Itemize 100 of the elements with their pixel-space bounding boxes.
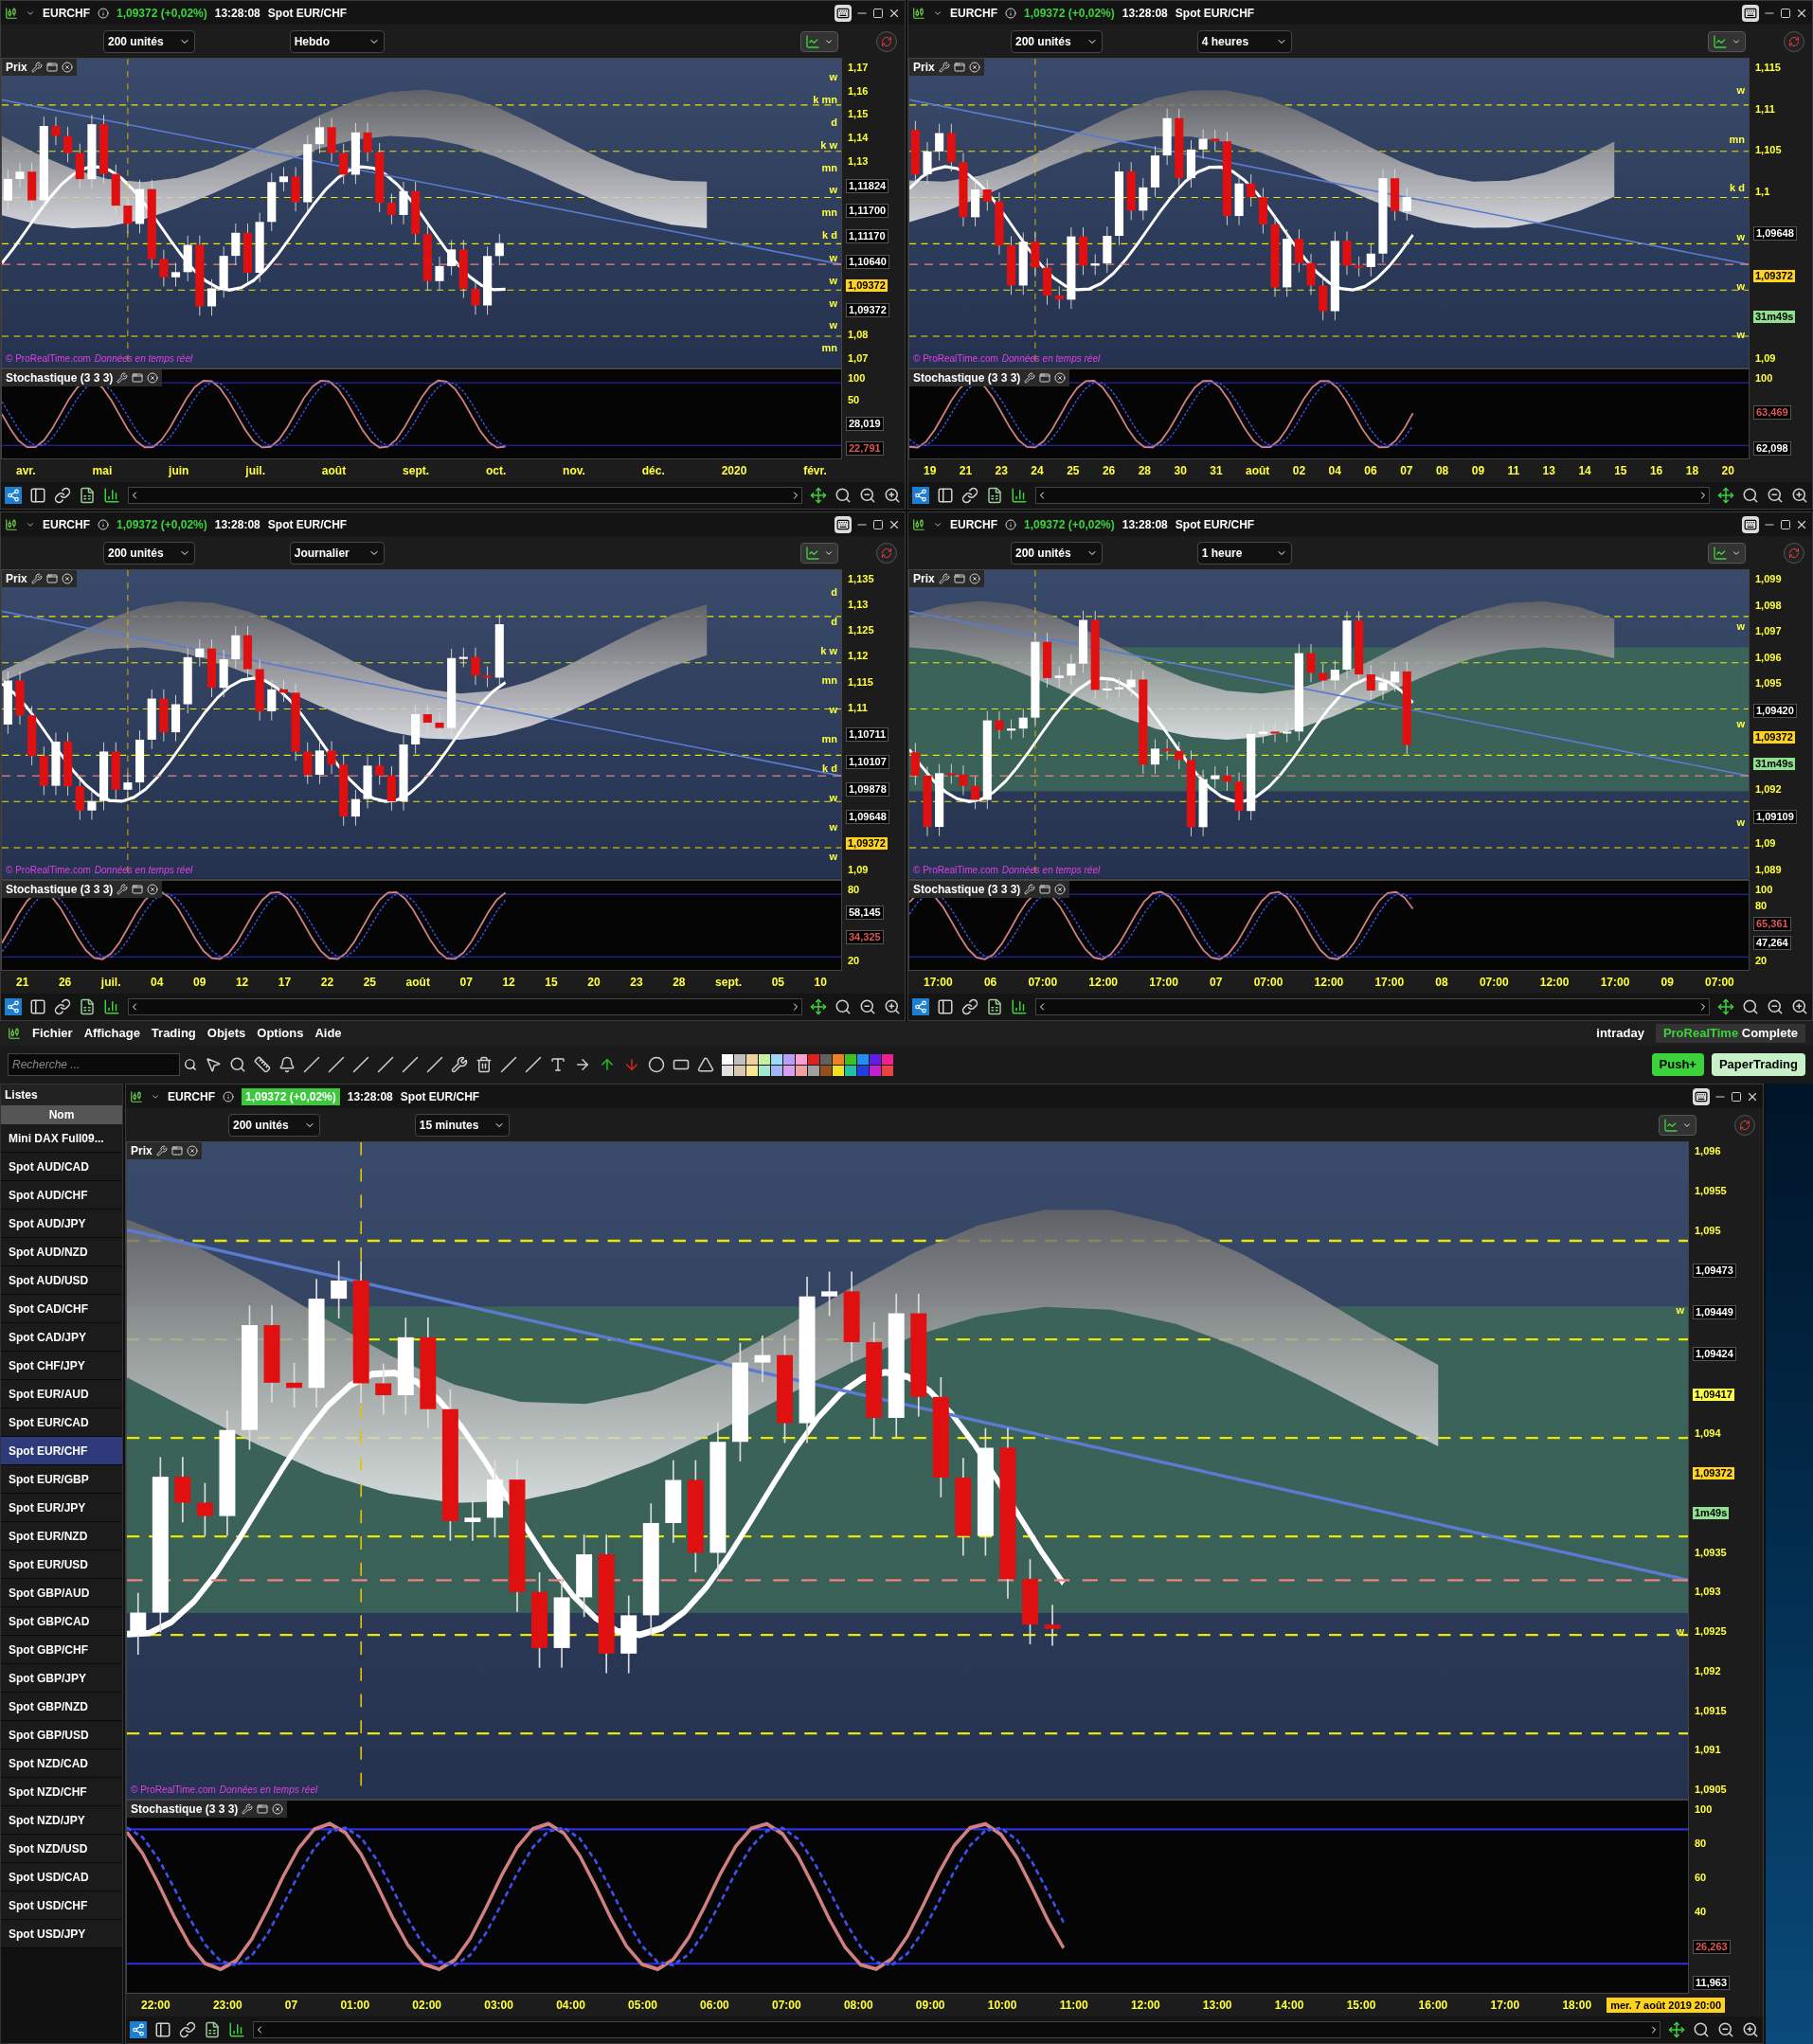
units-dropdown[interactable]: 200 unités	[228, 1113, 320, 1137]
list-item[interactable]: Spot USD/CHF	[1, 1892, 122, 1920]
time-axis-label: août	[1246, 463, 1270, 479]
axis-tick-label: 100	[1754, 883, 1774, 896]
level-marker: w	[828, 704, 837, 715]
axis-tick-label: 1,097	[1754, 625, 1783, 637]
list-item[interactable]: Spot GBP/USD	[1, 1721, 122, 1749]
indicator-value-tag: 22,791	[846, 441, 884, 456]
indicator-value-tag: 65,361	[1753, 917, 1791, 932]
pane-title: Prix	[131, 1143, 153, 1159]
list-item[interactable]: Spot EUR/AUD	[1, 1380, 122, 1408]
list-item[interactable]: Mini DAX Full09...	[1, 1124, 122, 1153]
time-axis-label: août	[321, 463, 347, 479]
level-marker: k d	[1729, 183, 1745, 194]
list-item[interactable]: Spot AUD/USD	[1, 1266, 122, 1295]
menu-item[interactable]: Options	[257, 1024, 304, 1043]
timeframe-dropdown[interactable]: 1 heure	[1196, 541, 1292, 565]
list-item[interactable]: Spot EUR/USD	[1, 1551, 122, 1579]
level-marker: w	[828, 297, 837, 309]
time-axis-label: 17	[278, 975, 292, 991]
time-axis-label: 25	[1067, 463, 1080, 479]
push-button[interactable]: Push+	[1651, 1053, 1704, 1076]
time-axis-label: 21	[959, 463, 973, 479]
list-item[interactable]: Spot AUD/JPY	[1, 1210, 122, 1238]
timeframe-dropdown[interactable]: Journalier	[289, 541, 385, 565]
time-axis-label: 08	[1435, 975, 1448, 991]
list-item[interactable]: Spot EUR/JPY	[1, 1494, 122, 1522]
menu-item[interactable]: Objets	[206, 1024, 246, 1043]
pane-title: Stochastique (3 3 3)	[913, 369, 1021, 386]
axis-tick-label: 1,099	[1754, 573, 1783, 585]
time-axis-label: 08	[1435, 463, 1449, 479]
level-marker: w	[1735, 330, 1745, 341]
menu-item[interactable]: Trading	[151, 1024, 196, 1043]
units-dropdown[interactable]: 200 unités	[1011, 29, 1103, 53]
timeframe-dropdown[interactable]: 15 minutes	[414, 1113, 510, 1137]
time-axis-label: juil.	[100, 975, 121, 991]
axis-tick-label: 1,096	[1694, 1145, 1722, 1157]
axis-tick-label: 1,092	[1754, 783, 1783, 796]
list-item[interactable]: Spot CHF/JPY	[1, 1352, 122, 1380]
last-price-tag: 1,09372	[1753, 731, 1795, 744]
list-item[interactable]: Spot GBP/NZD	[1, 1693, 122, 1721]
level-marker: mn	[820, 343, 837, 354]
timeframe-dropdown[interactable]: 4 heures	[1196, 29, 1292, 53]
list-item[interactable]: Spot EUR/NZD	[1, 1522, 122, 1551]
time-axis-label: févr.	[803, 463, 827, 479]
axis-tick-label: 1,14	[847, 132, 870, 145]
axis-tick-label: 1,11	[847, 701, 869, 714]
time-axis-label: 12	[235, 975, 249, 991]
list-item[interactable]: Spot GBP/AUD	[1, 1579, 122, 1607]
axis-tick-label: 1,12	[847, 650, 870, 663]
timeframe-dropdown[interactable]: Hebdo	[289, 29, 385, 53]
menu-item[interactable]: Affichage	[83, 1024, 140, 1043]
axis-tick-label: 1,0925	[1694, 1625, 1728, 1639]
list-item[interactable]: Spot USD/JPY	[1, 1920, 122, 1948]
time-axis-label: 25	[363, 975, 377, 991]
list-item[interactable]: Spot AUD/NZD	[1, 1238, 122, 1266]
list-item[interactable]: Spot AUD/CAD	[1, 1153, 122, 1181]
data-feed-text: Données en temps réel	[94, 863, 193, 877]
list-item[interactable]: Spot NZD/CHF	[1, 1778, 122, 1806]
time-axis-label: 21	[16, 975, 29, 991]
time-axis-label: 2020	[721, 463, 747, 479]
countdown-tag: 31m49s	[1753, 311, 1796, 324]
time-axis-label: 07	[459, 975, 473, 991]
time-axis-label: 07	[1210, 975, 1223, 991]
list-item[interactable]: Spot CAD/CHF	[1, 1295, 122, 1323]
list-item[interactable]: Spot USD/CAD	[1, 1863, 122, 1892]
list-item[interactable]: Spot AUD/CHF	[1, 1181, 122, 1210]
price-tag: 1,09648	[1753, 226, 1797, 242]
axis-tick-label: 1,0905	[1694, 1784, 1728, 1797]
search-field[interactable]: Recherche ...	[8, 1053, 180, 1076]
time-axis-label: 12:00	[1539, 975, 1570, 991]
time-axis-label: 31	[1210, 463, 1223, 479]
list-item[interactable]: Spot GBP/CAD	[1, 1607, 122, 1636]
list-item[interactable]: Spot CAD/JPY	[1, 1323, 122, 1352]
list-item[interactable]: Spot EUR/GBP	[1, 1465, 122, 1494]
time-axis-label: 11:00	[1059, 1998, 1088, 2014]
menu-item[interactable]: Fichier	[32, 1024, 73, 1043]
column-header[interactable]: Nom	[1, 1105, 122, 1124]
time-axis-label: 20	[587, 975, 601, 991]
list-item[interactable]: Spot GBP/CHF	[1, 1636, 122, 1664]
time-axis-label: 06	[1364, 463, 1377, 479]
list-item[interactable]: Spot EUR/CAD	[1, 1408, 122, 1437]
units-dropdown[interactable]: 200 unités	[1011, 541, 1103, 565]
time-axis-label: 12	[502, 975, 515, 991]
list-item[interactable]: Spot NZD/JPY	[1, 1806, 122, 1835]
time-axis-label: juin	[169, 463, 189, 479]
time-axis-label: 10	[814, 975, 827, 991]
time-axis-label: sept.	[715, 975, 743, 991]
list-item[interactable]: Spot NZD/CAD	[1, 1749, 122, 1778]
level-marker: w	[828, 821, 837, 833]
list-item[interactable]: Spot EUR/CHF	[1, 1437, 122, 1465]
time-axis-label: 13:00	[1202, 1998, 1232, 2014]
time-axis-label: 05	[771, 975, 784, 991]
last-price-tag: 1,09372	[1753, 269, 1795, 282]
paper-trading-button[interactable]: PaperTrading	[1711, 1053, 1805, 1076]
menu-item[interactable]: Aide	[314, 1024, 342, 1043]
list-item[interactable]: Spot NZD/USD	[1, 1835, 122, 1863]
units-dropdown[interactable]: 200 unités	[103, 29, 195, 53]
units-dropdown[interactable]: 200 unités	[103, 541, 195, 565]
list-item[interactable]: Spot GBP/JPY	[1, 1664, 122, 1693]
